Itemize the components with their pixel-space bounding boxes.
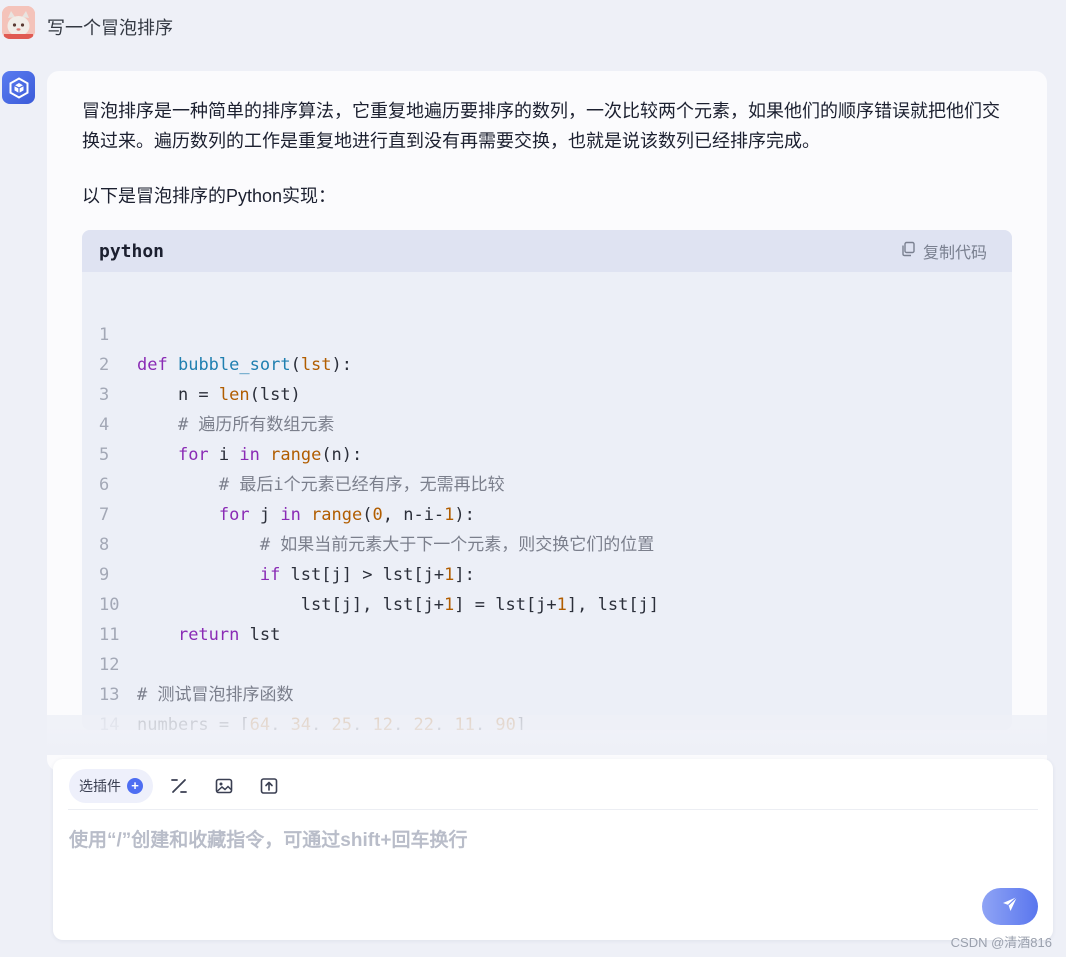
upload-icon[interactable] — [257, 774, 281, 798]
cube-logo-icon — [2, 71, 35, 104]
code-line: 11 — [82, 590, 1012, 645]
answer-paragraph: 冒泡排序是一种简单的排序算法，它重复地遍历要排序的数列，一次比较两个元素，如果他… — [82, 101, 1000, 151]
send-button[interactable] — [982, 888, 1038, 925]
user-message-text: 写一个冒泡排序 — [47, 18, 173, 38]
code-line: 6 for j in range(0, n-i-1): — [82, 440, 1012, 525]
plus-icon: + — [127, 778, 143, 794]
code-line: 4 for i in range(n): — [82, 380, 1012, 465]
select-plugin-button[interactable]: 选插件 + — [69, 769, 153, 803]
code-content: 1 def bubble_sort(lst): 2 n = len(lst) 3… — [82, 290, 1012, 730]
cat-avatar-icon — [2, 6, 35, 39]
chat-input-box: 选插件 + 使用“/”创建和收藏指令，可通过shift+回车换行 — [53, 759, 1053, 940]
slash-command-icon[interactable] — [167, 774, 191, 798]
select-plugin-label: 选插件 — [79, 778, 121, 794]
watermark: CSDN @清酒816 — [950, 935, 1052, 950]
message-input[interactable]: 使用“/”创建和收藏指令，可通过shift+回车换行 — [69, 825, 467, 852]
code-line: 5 # 最后i个元素已经有序，无需再比较 — [82, 410, 1012, 495]
scroll-fade — [0, 715, 1066, 755]
code-line: 9 lst[j], lst[j+1] = lst[j+1], lst[j] — [82, 530, 1012, 615]
code-line: 12 # 测试冒泡排序函数 — [82, 620, 1012, 705]
send-icon — [1001, 895, 1019, 918]
image-icon[interactable] — [212, 774, 236, 798]
input-divider — [68, 809, 1038, 810]
code-line: 3 # 遍历所有数组元素 — [82, 350, 1012, 435]
code-line: 1 def bubble_sort(lst): — [82, 290, 1012, 375]
user-message-row: 写一个冒泡排序 — [0, 0, 1066, 52]
code-line: 13 numbers = [64, 34, 25, 12, 22, 11, 90… — [82, 650, 1012, 730]
code-line: 14 print(bubble_sort(numbers)) — [82, 680, 1012, 730]
answer-intro: 以下是冒泡排序的Python实现： — [82, 186, 337, 206]
code-block: python 复制代码 1 def bubble_sort(lst): 2 n … — [82, 230, 1012, 730]
copy-code-button[interactable]: 复制代码 — [900, 240, 987, 262]
copy-icon — [900, 241, 916, 262]
answer-card: 冒泡排序是一种简单的排序算法，它重复地遍历要排序的数列，一次比较两个元素，如果他… — [47, 71, 1047, 771]
code-line: 8 if lst[j] > lst[j+1]: — [82, 500, 1012, 585]
code-line: 7 # 如果当前元素大于下一个元素，则交换它们的位置 — [82, 470, 1012, 555]
code-line: 10 return lst — [82, 560, 1012, 645]
code-header: python 复制代码 — [82, 230, 1012, 272]
code-language-label: python — [99, 241, 165, 262]
copy-code-label: 复制代码 — [922, 245, 987, 262]
code-line: 2 n = len(lst) — [82, 320, 1012, 405]
